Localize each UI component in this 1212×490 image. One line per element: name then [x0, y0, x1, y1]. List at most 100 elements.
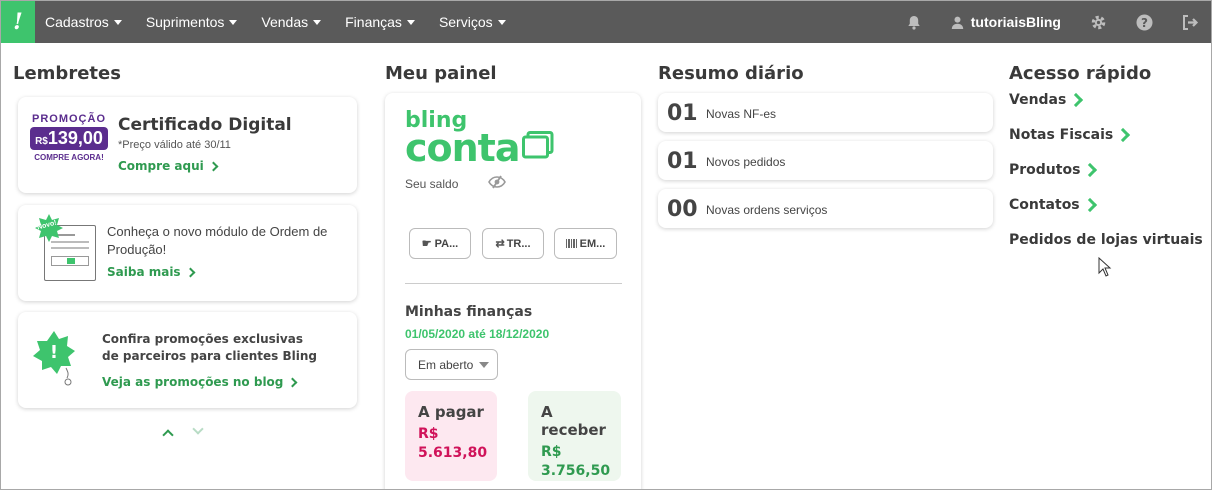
hand-coin-icon: ☛ — [421, 238, 432, 250]
quick-link-produtos[interactable]: Produtos — [1009, 162, 1098, 178]
chevron-right-icon — [287, 377, 298, 387]
menu-suprimentos[interactable]: Suprimentos — [146, 14, 238, 30]
parceiros-card: ! Confira promoções exclusivas de parcei… — [18, 312, 357, 408]
resumo-label: Novas ordens serviços — [706, 203, 828, 217]
saldo-label: Seu saldo — [405, 177, 459, 191]
a-receber-amount: 3.756,50 — [541, 463, 611, 479]
status-filter-value: Em aberto — [418, 357, 474, 372]
a-receber-label: A receber — [541, 403, 606, 439]
chevron-up-icon — [162, 429, 174, 441]
saiba-mais-link[interactable]: Saiba mais — [107, 265, 196, 279]
wallet-icon — [522, 131, 554, 159]
a-pagar-box[interactable]: A pagar R$ 5.613,80 — [405, 391, 497, 481]
producao-card: Novo! Conheça o novo módulo de Ordem de … — [18, 205, 357, 301]
painel-card: bling conta Seu saldo ☛ PA... ⇄ TR... EM..… — [385, 93, 641, 489]
quick-link-label: Pedidos de lojas virtuais — [1009, 232, 1203, 248]
promo-title: Certificado Digital — [118, 115, 292, 135]
menu-cadastros-label: Cadastros — [45, 14, 109, 30]
main-menu: Cadastros Suprimentos Vendas Finanças Se… — [45, 1, 530, 43]
quick-link-label: Produtos — [1009, 162, 1081, 178]
a-receber-currency: R$ — [541, 444, 562, 460]
carousel-up-button[interactable] — [162, 427, 174, 441]
menu-vendas[interactable]: Vendas — [261, 14, 322, 30]
barcode-icon — [565, 239, 578, 248]
menu-financas-label: Finanças — [345, 14, 402, 30]
pagar-action-label: PA... — [434, 237, 459, 250]
chevron-right-icon — [1082, 197, 1097, 213]
new-starburst-icon: Novo! — [34, 213, 64, 243]
brand-conta: conta — [405, 126, 520, 170]
quick-link-pedidos-lojas[interactable]: Pedidos de lojas virtuais — [1009, 232, 1211, 248]
emitir-action-button[interactable]: EM... — [554, 228, 617, 259]
mouse-cursor-icon — [1098, 256, 1112, 277]
emitir-action-label: EM... — [579, 237, 606, 250]
caret-down-icon — [229, 19, 238, 25]
resumo-pedidos-card[interactable]: 01 Novos pedidos — [658, 141, 993, 180]
promo-badge[interactable]: PROMOÇÃO R$139,00 COMPRE AGORA! — [30, 113, 108, 162]
promocoes-blog-label: Veja as promoções no blog — [102, 375, 284, 389]
promo-price-value: 139,00 — [47, 128, 103, 148]
top-navbar: ! Cadastros Suprimentos Vendas Finanças … — [1, 1, 1211, 43]
bell-icon[interactable] — [905, 13, 923, 31]
transferir-action-button[interactable]: ⇄ TR... — [482, 228, 544, 259]
pagar-action-button[interactable]: ☛ PA... — [409, 228, 471, 259]
transferir-action-label: TR... — [506, 237, 531, 250]
menu-cadastros[interactable]: Cadastros — [45, 14, 122, 30]
eye-hidden-icon[interactable] — [488, 175, 506, 189]
username: tutoriaisBling — [970, 14, 1061, 30]
lembretes-title: Lembretes — [13, 63, 121, 84]
saiba-mais-label: Saiba mais — [107, 265, 181, 279]
compre-aqui-label: Compre aqui — [118, 159, 204, 173]
chevron-right-icon — [185, 267, 196, 277]
chevron-right-icon — [1083, 162, 1098, 178]
resumo-count: 01 — [667, 101, 698, 126]
resumo-ordens-card[interactable]: 00 Novas ordens serviços — [658, 189, 993, 228]
quick-link-notas-fiscais[interactable]: Notas Fiscais — [1009, 127, 1131, 143]
quick-link-label: Notas Fiscais — [1009, 127, 1114, 143]
status-filter-select[interactable]: Em aberto — [405, 349, 498, 380]
promo-subtitle: *Preço válido até 30/11 — [118, 139, 231, 151]
resumo-count: 01 — [667, 149, 698, 174]
promo-starburst-icon: ! — [32, 330, 76, 386]
svg-text:!: ! — [50, 342, 58, 363]
resumo-label: Novos pedidos — [706, 155, 786, 169]
compre-aqui-link[interactable]: Compre aqui — [118, 159, 219, 173]
quick-link-label: Vendas — [1009, 92, 1067, 108]
resumo-label: Novas NF-es — [706, 107, 777, 121]
promo-badge-bottom: COMPRE AGORA! — [34, 153, 104, 162]
resumo-count: 00 — [667, 197, 698, 222]
a-receber-value: R$ 3.756,50 — [541, 443, 611, 481]
promocoes-blog-link[interactable]: Veja as promoções no blog — [102, 375, 298, 389]
gear-icon[interactable] — [1089, 13, 1107, 31]
app-window: ! Cadastros Suprimentos Vendas Finanças … — [0, 0, 1212, 490]
a-pagar-currency: R$ — [418, 426, 439, 442]
nav-right-tools: tutoriaisBling ? — [905, 1, 1211, 43]
quick-link-vendas[interactable]: Vendas — [1009, 92, 1084, 108]
a-pagar-amount: 5.613,80 — [418, 445, 488, 461]
logout-icon[interactable] — [1181, 13, 1199, 31]
a-receber-box[interactable]: A receber R$ 3.756,50 — [528, 391, 621, 481]
financas-date-range[interactable]: 01/05/2020 até 18/12/2020 — [405, 327, 549, 341]
caret-down-icon — [497, 19, 506, 25]
producao-text: Conheça o novo módulo de Ordem de Produç… — [107, 224, 328, 257]
help-icon[interactable]: ? — [1135, 13, 1153, 31]
menu-financas[interactable]: Finanças — [345, 14, 415, 30]
financas-title: Minhas finanças — [405, 304, 533, 320]
quick-link-contatos[interactable]: Contatos — [1009, 197, 1097, 213]
chevron-down-icon — [192, 423, 204, 435]
promo-currency: R$ — [35, 136, 48, 147]
resumo-nfes-card[interactable]: 01 Novas NF-es — [658, 93, 993, 132]
svg-text:?: ? — [1141, 16, 1148, 30]
bling-logo[interactable]: ! — [1, 1, 35, 43]
caret-down-icon — [113, 19, 122, 25]
painel-divider — [405, 283, 622, 284]
promo-badge-top: PROMOÇÃO — [32, 113, 106, 125]
shuffle-icon: ⇄ — [495, 238, 505, 250]
acesso-title: Acesso rápido — [1009, 63, 1152, 84]
caret-down-icon — [406, 19, 415, 25]
carousel-down-button[interactable] — [192, 423, 204, 437]
user-menu[interactable]: tutoriaisBling — [951, 14, 1061, 30]
promo-price: R$139,00 — [30, 127, 108, 150]
menu-vendas-label: Vendas — [261, 14, 309, 30]
menu-servicos[interactable]: Serviços — [439, 14, 506, 30]
